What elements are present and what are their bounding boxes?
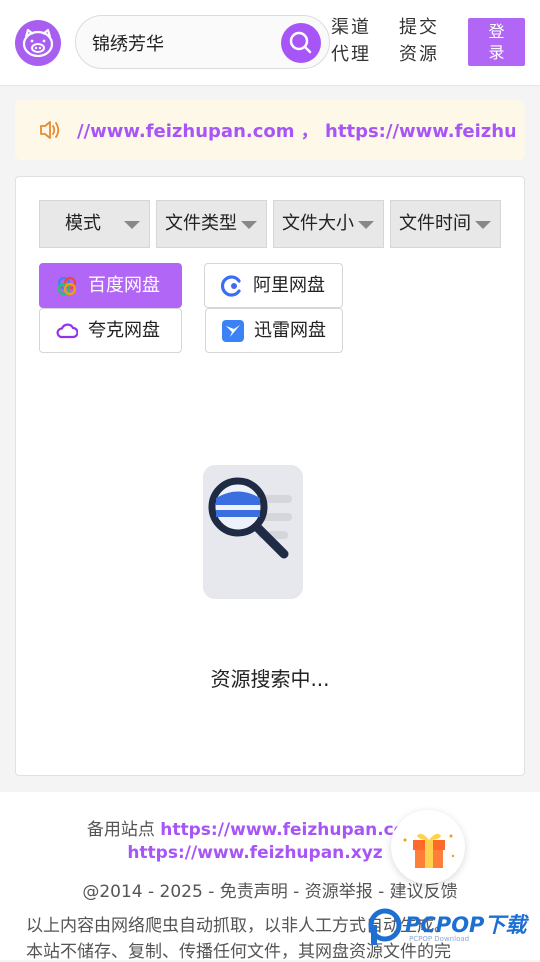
- disk-quark-label: 夸克网盘: [88, 320, 160, 341]
- search-panel: 模式 文件类型 文件大小 文件时间 百度网盘 阿里网盘 夸克网盘 迅雷网盘 资源…: [15, 176, 525, 776]
- backup-link-xyz[interactable]: https://www.feizhupan.xyz: [127, 843, 382, 863]
- pig-logo-icon[interactable]: [15, 20, 61, 66]
- quark-pan-icon: [56, 323, 78, 339]
- login-button[interactable]: 登 录: [468, 18, 525, 66]
- login-label-1: 登: [488, 22, 505, 41]
- filter-file-time-dropdown[interactable]: 文件时间: [390, 200, 501, 248]
- nav-submit-line2: 资源: [399, 44, 439, 65]
- gift-float-button[interactable]: [391, 810, 465, 884]
- disk-aliyun-label: 阿里网盘: [253, 275, 325, 296]
- chevron-down-icon: [358, 221, 374, 229]
- chevron-down-icon: [241, 221, 257, 229]
- search-button[interactable]: [281, 23, 321, 63]
- filter-file-type-dropdown[interactable]: 文件类型: [156, 200, 267, 248]
- filter-file-type-label: 文件类型: [165, 213, 237, 234]
- backup-link-com[interactable]: https://www.feizhupan.com: [160, 820, 423, 840]
- watermark-sub: PCPOP Download: [409, 935, 470, 943]
- filter-mode-label: 模式: [65, 213, 101, 234]
- disk-xunlei-label: 迅雷网盘: [254, 320, 326, 341]
- disk-baidu-label: 百度网盘: [88, 275, 160, 296]
- login-label-2: 录: [488, 43, 505, 62]
- notice-bar: //www.feizhupan.com ， https://www.feizhu…: [15, 100, 525, 160]
- chevron-down-icon: [124, 221, 140, 229]
- disk-quark-button[interactable]: 夸克网盘: [39, 308, 182, 353]
- chevron-down-icon: [475, 221, 491, 229]
- search-icon: [289, 31, 312, 54]
- nav-submit-resource[interactable]: 提交 资源: [399, 14, 439, 68]
- aliyun-pan-icon: [221, 275, 241, 297]
- top-header: 渠道 代理 提交 资源 登 录: [0, 0, 540, 86]
- nav-submit-line1: 提交: [399, 17, 439, 38]
- search-box: [75, 15, 330, 69]
- disk-xunlei-button[interactable]: 迅雷网盘: [205, 308, 343, 353]
- baidu-pan-icon: [57, 276, 77, 296]
- gift-icon: [403, 833, 455, 868]
- pcpop-logo-icon: [368, 908, 402, 945]
- disk-baidu-button[interactable]: 百度网盘: [39, 263, 182, 308]
- notice-text[interactable]: //www.feizhupan.com ， https://www.feizhu…: [77, 117, 515, 143]
- filter-file-size-label: 文件大小: [282, 213, 354, 234]
- search-status-text: 资源搜索中...: [210, 667, 330, 691]
- filter-file-size-dropdown[interactable]: 文件大小: [273, 200, 384, 248]
- xunlei-pan-icon: [222, 320, 244, 342]
- nav-channel-agent[interactable]: 渠道 代理: [331, 14, 371, 68]
- search-input[interactable]: [92, 28, 282, 58]
- searching-illustration-icon: [203, 465, 303, 599]
- filter-mode-dropdown[interactable]: 模式: [39, 200, 150, 248]
- speaker-icon: [40, 121, 60, 139]
- nav-channel-line2: 代理: [331, 44, 371, 65]
- filter-file-time-label: 文件时间: [399, 213, 471, 234]
- nav-channel-line1: 渠道: [331, 17, 371, 38]
- backup-sites-label: 备用站点: [86, 820, 155, 840]
- pcpop-watermark: PCPOP下载 PCPOP Download: [365, 905, 540, 950]
- disk-aliyun-button[interactable]: 阿里网盘: [204, 263, 343, 308]
